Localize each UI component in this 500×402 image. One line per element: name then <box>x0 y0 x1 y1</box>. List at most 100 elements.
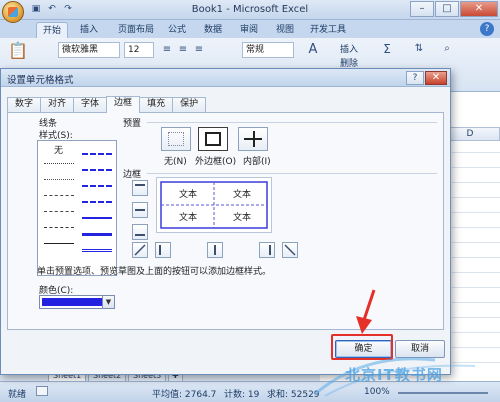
line-style-dash-dot[interactable] <box>44 211 74 212</box>
close-window-button[interactable]: ✕ <box>460 1 498 17</box>
cell-gridline <box>452 272 500 273</box>
border-bottom-button[interactable] <box>132 224 148 240</box>
ribbon-tab-data[interactable]: 数据 <box>198 22 228 38</box>
line-style-medium-dash-dot-dot[interactable] <box>82 153 112 155</box>
preview-text-2: 文本 <box>233 190 252 200</box>
preset-outline-button[interactable] <box>198 127 228 151</box>
tab-fill[interactable]: 填充 <box>139 97 174 112</box>
align-middle-icon[interactable]: ≡ <box>176 43 190 57</box>
ribbon-tab-insert[interactable]: 插入 <box>74 22 104 38</box>
border-hint-text: 单击预置选项、预览草图及上面的按钮可以添加边框样式。 <box>37 267 272 277</box>
border-inside-horizontal-button[interactable] <box>132 202 148 218</box>
line-style-dotted[interactable] <box>44 179 74 180</box>
presets-separator <box>147 122 437 123</box>
pointer-arrow <box>356 289 376 334</box>
find-select-icon[interactable]: ⌕ <box>440 42 454 56</box>
ribbon-tab-home[interactable]: 开始 <box>36 22 69 38</box>
border-diagonal-up-button[interactable] <box>132 242 148 258</box>
line-style-dash-dot-dot[interactable] <box>44 195 74 196</box>
cancel-button[interactable]: 取消 <box>395 340 445 358</box>
line-style-slant-dash-dot[interactable] <box>82 169 112 171</box>
preset-outline-label: 外边框(O) <box>195 157 237 167</box>
format-cells-dialog: 设置单元格格式 ? ✕ 数字 对齐 字体 边框 填充 保护 线条 样式(S): … <box>0 68 451 375</box>
ribbon-tab-formulas[interactable]: 公式 <box>162 22 192 38</box>
cell-gridline <box>452 362 500 363</box>
font-name-box[interactable]: 微软雅黑 <box>58 42 120 58</box>
border-inside-vertical-button[interactable] <box>207 242 223 258</box>
window-controls: – □ ✕ <box>409 1 498 17</box>
line-style-medium[interactable] <box>82 217 112 219</box>
line-color-dropdown[interactable]: ▼ <box>39 295 115 309</box>
chevron-down-icon[interactable]: ▼ <box>102 296 114 308</box>
styles-icon[interactable]: A <box>306 43 320 57</box>
maximize-button[interactable]: □ <box>435 1 459 17</box>
tab-border[interactable]: 边框 <box>106 96 141 113</box>
cell-gridline <box>452 167 500 168</box>
line-style-double[interactable] <box>82 249 112 252</box>
excel-title-bar: ▣ ↶ ↷ Book1 - Microsoft Excel – □ ✕ <box>0 0 500 20</box>
ribbon-tab-review[interactable]: 审阅 <box>234 22 264 38</box>
insert-cells-label[interactable]: 插入 <box>340 42 358 55</box>
status-mode: 就绪 <box>8 390 27 400</box>
ribbon-tab-page-layout[interactable]: 页面布局 <box>112 22 160 38</box>
cell-gridline <box>452 347 500 348</box>
cell-gridline <box>452 317 500 318</box>
border-right-button[interactable] <box>259 242 275 258</box>
line-style-hair[interactable] <box>44 163 74 164</box>
tab-alignment[interactable]: 对齐 <box>40 97 75 112</box>
minimize-button[interactable]: – <box>410 1 434 17</box>
autosum-icon[interactable]: Σ <box>380 42 394 56</box>
line-color-fill <box>42 298 102 306</box>
tab-protection[interactable]: 保护 <box>172 97 207 112</box>
cell-gridline <box>452 287 500 288</box>
cell-gridline <box>452 302 500 303</box>
dialog-title-bar: 设置单元格格式 ? ✕ <box>1 69 450 87</box>
preset-none-button[interactable] <box>161 127 191 151</box>
zoom-slider[interactable] <box>398 392 488 394</box>
align-top-icon[interactable]: ≡ <box>160 43 174 57</box>
line-style-none[interactable]: 无 <box>54 143 63 156</box>
help-icon[interactable]: ? <box>480 22 494 36</box>
line-style-medium-dash-dot[interactable] <box>82 185 112 187</box>
status-count: 计数: 19 <box>224 390 260 400</box>
number-format-box[interactable]: 常规 <box>242 42 294 58</box>
status-bar: 就绪 平均值: 2764.7 计数: 19 求和: 52529 100% <box>0 381 500 402</box>
dialog-title: 设置单元格格式 <box>7 75 74 86</box>
cell-gridline <box>452 152 500 153</box>
line-style-medium-dashed[interactable] <box>82 201 112 203</box>
border-top-button[interactable] <box>132 180 148 196</box>
line-style-thin[interactable] <box>44 243 74 244</box>
font-size-box[interactable]: 12 <box>124 42 154 58</box>
office-button[interactable] <box>2 1 24 23</box>
border-left-button[interactable] <box>155 242 171 258</box>
ribbon-tab-view[interactable]: 视图 <box>270 22 300 38</box>
dialog-tabs: 数字 对齐 字体 边框 填充 保护 <box>7 96 207 113</box>
cell-gridline <box>452 257 500 258</box>
preview-text-3: 文本 <box>179 213 198 223</box>
sort-filter-icon[interactable]: ⇅ <box>412 42 426 56</box>
border-preview[interactable]: 文本 文本 文本 文本 <box>156 177 272 233</box>
paste-icon[interactable]: 📋 <box>8 43 28 59</box>
border-group-label: 边框 <box>123 170 142 180</box>
zoom-level[interactable]: 100% <box>364 387 390 397</box>
align-bottom-icon[interactable]: ≡ <box>192 43 206 57</box>
tab-font[interactable]: 字体 <box>73 97 108 112</box>
line-style-list[interactable]: 无 <box>37 140 117 276</box>
ok-button-highlight <box>331 334 393 360</box>
ribbon-tab-developer[interactable]: 开发工具 <box>304 22 352 38</box>
border-diagonal-down-button[interactable] <box>282 242 298 258</box>
status-sum: 求和: 52529 <box>267 390 320 400</box>
line-style-dashed[interactable] <box>44 227 74 228</box>
preset-none-icon <box>168 132 184 146</box>
tab-number[interactable]: 数字 <box>7 97 42 112</box>
macro-record-icon[interactable] <box>36 386 48 396</box>
preset-none-label: 无(N) <box>164 157 187 167</box>
presets-group-label: 预置 <box>123 119 142 129</box>
border-separator <box>147 173 437 174</box>
line-style-thick[interactable] <box>82 233 112 236</box>
dialog-close-icon[interactable]: ✕ <box>425 71 447 85</box>
preset-inside-button[interactable] <box>238 127 268 151</box>
dialog-help-button[interactable]: ? <box>406 71 424 85</box>
office-logo-icon <box>8 7 18 17</box>
cell-gridline <box>452 332 500 333</box>
